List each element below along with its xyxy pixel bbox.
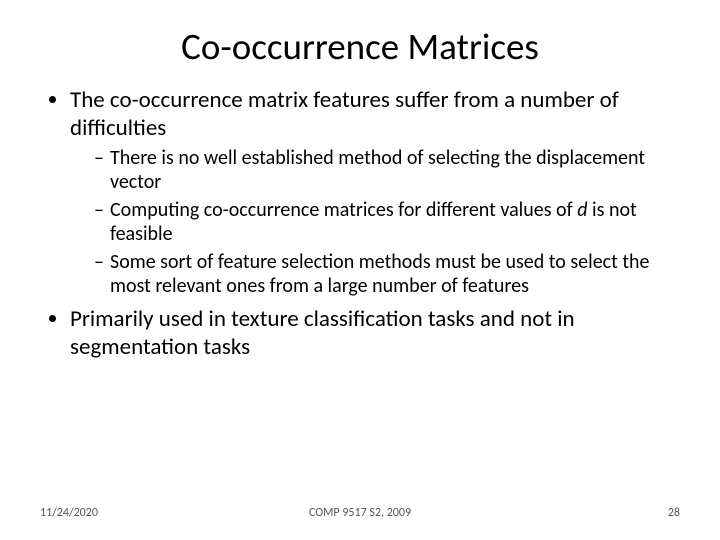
sub-bullet-list: There is no well established method of s… [70, 146, 672, 298]
slide-title: Co-occurrence Matrices [48, 24, 672, 69]
bullet-main-1-text: The co-occurrence matrix features suffer… [70, 86, 619, 142]
sub-bullet-2: Computing co-occurrence matrices for dif… [94, 198, 672, 246]
sub-bullet-2-d: d [577, 198, 587, 222]
bullet-main-1: The co-occurrence matrix features suffer… [70, 87, 672, 298]
sub-bullet-1: There is no well established method of s… [94, 146, 672, 194]
footer-date: 11/24/2020 [40, 506, 253, 520]
footer-center: COMP 9517 S2, 2009 [253, 506, 466, 520]
sub-bullet-2a: Computing co-occurrence matrices for dif… [110, 198, 577, 222]
slide-body: The co-occurrence matrix features suffer… [48, 87, 672, 361]
slide: Co-occurrence Matrices The co-occurrence… [0, 0, 720, 540]
slide-footer: 11/24/2020 COMP 9517 S2, 2009 28 [0, 506, 720, 520]
bullet-list-1: The co-occurrence matrix features suffer… [48, 87, 672, 361]
bullet-main-2: Primarily used in texture classification… [70, 306, 672, 361]
footer-page-number: 28 [467, 506, 680, 520]
sub-bullet-3: Some sort of feature selection methods m… [94, 250, 672, 298]
